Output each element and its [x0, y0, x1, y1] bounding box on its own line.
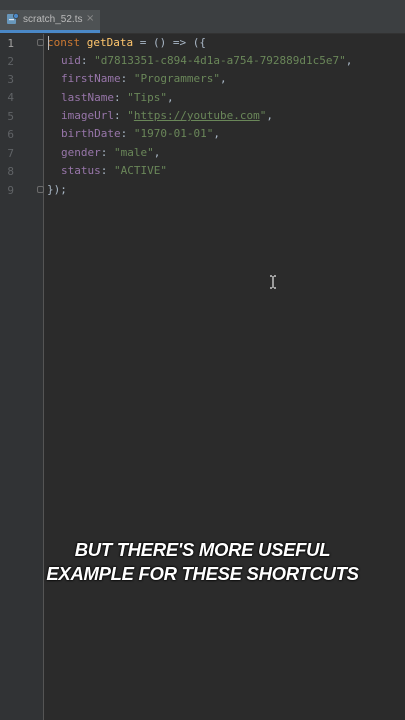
- text-caret: [48, 36, 49, 50]
- code-line: birthDate: "1970-01-01",: [61, 127, 220, 145]
- code-token: ,: [213, 127, 220, 140]
- close-icon[interactable]: ×: [86, 13, 94, 24]
- caption-line: BUT THERE'S MORE USEFUL: [74, 539, 331, 560]
- string-token: "d7813351-c894-4d1a-a754-792889d1c5e7": [94, 54, 346, 67]
- property-token: gender: [61, 146, 101, 159]
- code-line: imageUrl: "https://youtube.com",: [61, 109, 273, 127]
- line-number: 7: [7, 147, 14, 160]
- code-line: uid: "d7813351-c894-4d1a-a754-792889d1c5…: [61, 54, 352, 72]
- editor-tab-bar: scratch_52.ts ×: [0, 0, 405, 34]
- line-number: 6: [7, 128, 14, 141]
- code-token: });: [47, 183, 67, 196]
- code-line: const getData = () => ({: [47, 36, 206, 54]
- code-token: :: [113, 109, 128, 122]
- code-line: lastName: "Tips",: [61, 91, 174, 109]
- property-token: imageUrl: [61, 109, 114, 122]
- code-token: :: [120, 72, 134, 85]
- line-number: 2: [7, 55, 14, 68]
- code-token: :: [80, 54, 95, 67]
- function-name-token: getData: [86, 36, 134, 49]
- line-number: 1: [7, 37, 14, 50]
- property-token: birthDate: [61, 127, 121, 140]
- line-number-gutter: 1 2 3 4 5 6 7 8 9: [0, 34, 44, 720]
- typescript-file-icon: [7, 13, 19, 24]
- fold-toggle-icon[interactable]: [37, 39, 44, 46]
- line-number: 9: [7, 184, 14, 197]
- code-line: gender: "male",: [61, 146, 160, 164]
- string-token: ": [127, 109, 134, 122]
- file-tab[interactable]: scratch_52.ts ×: [0, 10, 100, 33]
- url-link[interactable]: https://youtube.com: [134, 109, 260, 122]
- code-token: ,: [266, 109, 273, 122]
- code-token: :: [100, 146, 114, 159]
- file-tab-label: scratch_52.ts: [23, 14, 83, 25]
- code-line: firstName: "Programmers",: [61, 72, 227, 90]
- string-token: "1970-01-01": [133, 127, 214, 140]
- code-token: ,: [219, 72, 227, 85]
- editor-window: scratch_52.ts × 1 2 3 4 5 6 7 8 9 const …: [0, 0, 405, 720]
- code-token: :: [120, 127, 134, 140]
- fold-end-icon[interactable]: [37, 186, 44, 193]
- line-number: 8: [7, 165, 14, 178]
- code-line: });: [47, 183, 67, 201]
- code-token: ,: [166, 91, 174, 104]
- string-token: "Tips": [127, 91, 167, 104]
- code-token: ,: [345, 54, 353, 67]
- code-token: :: [113, 91, 128, 104]
- line-number: 5: [7, 110, 14, 123]
- text-cursor-icon: [270, 275, 276, 289]
- code-token: = () => ({: [133, 36, 206, 49]
- string-token: "ACTIVE": [114, 164, 167, 177]
- code-line: status: "ACTIVE": [61, 164, 167, 182]
- property-token: uid: [61, 54, 81, 67]
- property-token: firstName: [61, 72, 121, 85]
- keyword-token: const: [47, 36, 81, 49]
- code-token: :: [100, 164, 114, 177]
- code-token: ,: [153, 146, 161, 159]
- video-caption: BUT THERE'S MORE USEFUL EXAMPLE FOR THES…: [0, 538, 405, 586]
- line-number: 3: [7, 73, 14, 86]
- property-token: status: [61, 164, 101, 177]
- property-token: lastName: [61, 91, 114, 104]
- string-token: "male": [114, 146, 154, 159]
- caption-line: EXAMPLE FOR THESE SHORTCUTS: [46, 563, 359, 584]
- string-token: "Programmers": [133, 72, 220, 85]
- line-number: 4: [7, 91, 14, 104]
